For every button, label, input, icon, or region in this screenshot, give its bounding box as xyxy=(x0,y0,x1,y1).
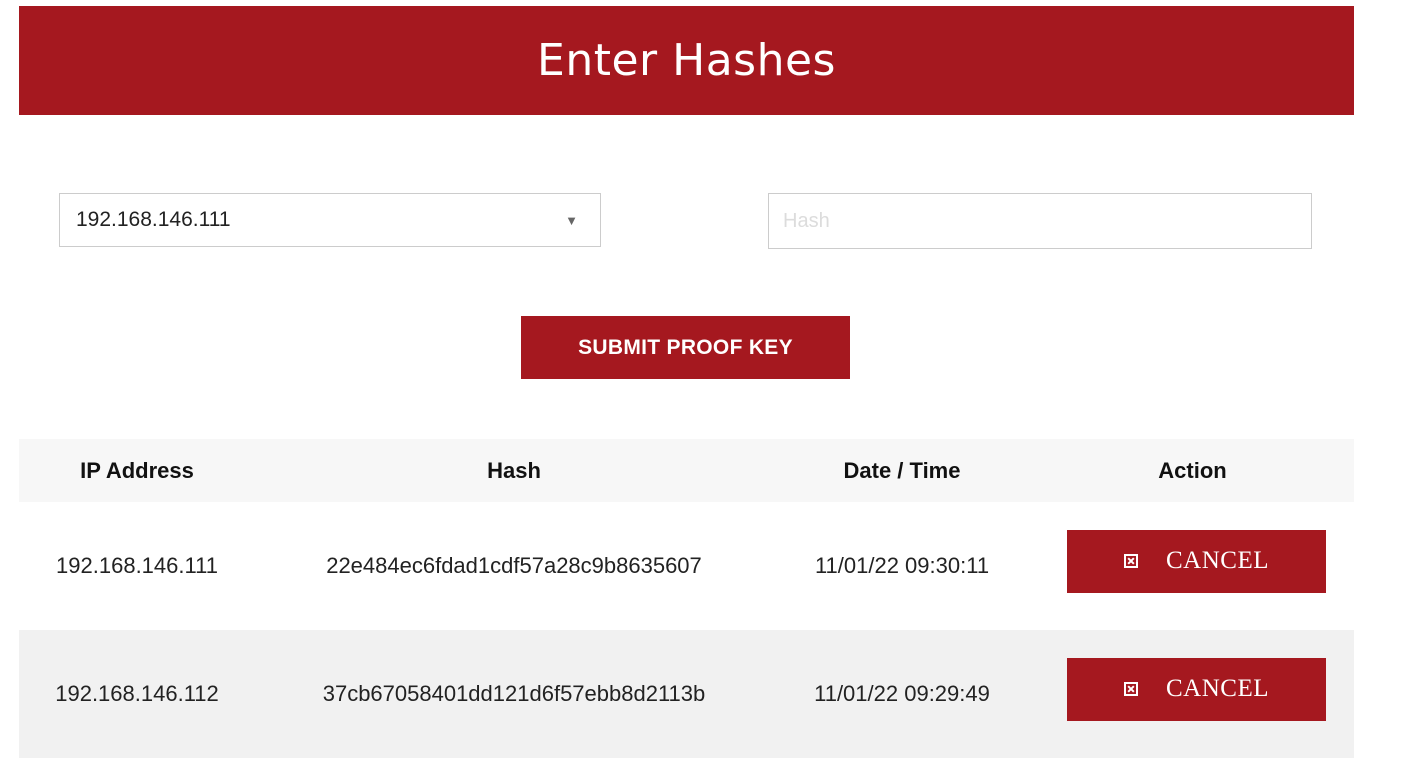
row-action: CANCEL xyxy=(1031,529,1354,593)
row-ip: 192.168.146.112 xyxy=(55,681,219,706)
cancel-button[interactable]: CANCEL xyxy=(1067,657,1326,721)
row-ip: 192.168.146.111 xyxy=(56,553,218,578)
table-header-row: IP Address Hash Date / Time Action xyxy=(19,439,1354,502)
page-title: Enter Hashes xyxy=(537,35,836,86)
row-hash: 37cb67058401dd121d6f57ebb8d2113b xyxy=(322,681,706,706)
column-header-datetime: Date / Time xyxy=(843,457,961,483)
page-header: Enter Hashes xyxy=(19,6,1354,115)
row-hash: 22e484ec6fdad1cdf57a28c9b8635607 xyxy=(326,553,702,578)
hashes-table: IP Address Hash Date / Time Action 192.1… xyxy=(19,439,1354,758)
close-box-icon xyxy=(1124,682,1138,696)
row-datetime: 11/01/22 09:29:49 xyxy=(814,681,990,706)
chevron-down-icon: ▼ xyxy=(565,212,578,228)
ip-address-select[interactable]: 192.168.146.111 ▼ xyxy=(59,193,601,247)
row-datetime: 11/01/22 09:30:11 xyxy=(814,553,990,578)
column-header-action: Action xyxy=(1158,457,1227,483)
cancel-button[interactable]: CANCEL xyxy=(1067,529,1326,593)
cancel-label: CANCEL xyxy=(1166,675,1269,702)
ip-select-value: 192.168.146.111 xyxy=(76,208,231,231)
table-row: 192.168.146.112 37cb67058401dd121d6f57eb… xyxy=(19,630,1354,758)
row-action: CANCEL xyxy=(1031,657,1354,721)
column-header-ip: IP Address xyxy=(80,457,194,483)
cancel-label: CANCEL xyxy=(1166,547,1269,574)
hash-input[interactable] xyxy=(768,193,1312,249)
close-box-icon xyxy=(1124,554,1138,568)
column-header-hash: Hash xyxy=(487,457,541,483)
submit-proof-key-button[interactable]: SUBMIT PROOF KEY xyxy=(521,316,850,379)
table-row: 192.168.146.111 22e484ec6fdad1cdf57a28c9… xyxy=(19,502,1354,630)
